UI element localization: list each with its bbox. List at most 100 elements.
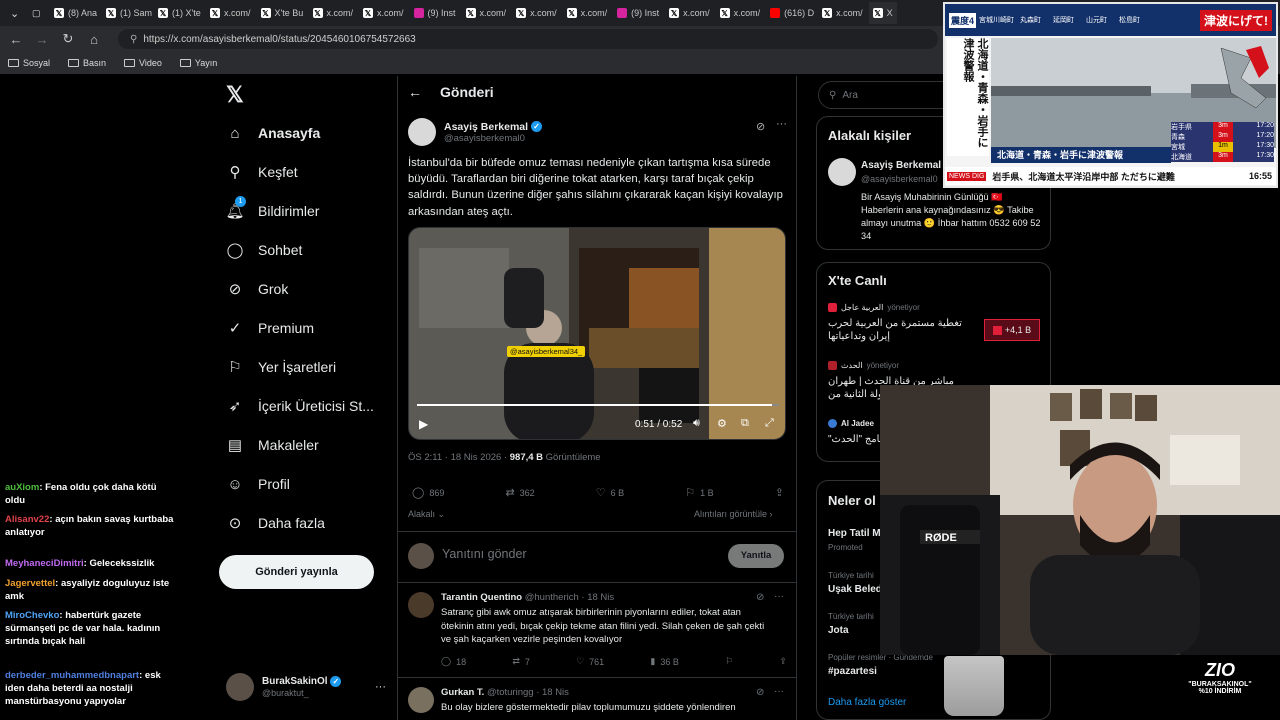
bookmark-folder[interactable]: Basın — [68, 58, 106, 68]
trend-name[interactable]: Hep Tatil M — [828, 528, 881, 539]
nav-notifications[interactable]: 🔔︎ 1 Bildirimler — [225, 196, 319, 220]
article-icon: ▤ — [227, 437, 243, 454]
bookmark-folder[interactable]: Yayın — [179, 58, 217, 68]
like-action[interactable]: ♡ 6 B — [596, 486, 624, 499]
folder-icon — [8, 59, 19, 67]
back-icon[interactable]: ← — [8, 32, 24, 47]
browser-tab[interactable]: 𝕏 (1) X'te — [154, 2, 204, 24]
post-button[interactable]: Gönderi yayınla — [219, 555, 374, 589]
repost-action[interactable]: ⇄ 362 — [505, 486, 534, 499]
browser-tab[interactable]: 𝕏x.com/ — [462, 2, 511, 24]
relevance-sort[interactable]: Alakalı ⌄ — [408, 509, 445, 520]
live-title[interactable]: تغطية مستمرة من العربية لحرب إيران وتداع… — [828, 317, 978, 343]
reply-input[interactable]: Yanıtını gönder — [442, 547, 527, 561]
grok-icon[interactable]: ⊘ — [756, 687, 764, 698]
nav-grok[interactable]: ⊘ Grok — [226, 280, 289, 298]
nav-profile[interactable]: ☺ Profil — [226, 475, 290, 493]
post-text: İstanbul'da bir büfede omuz teması neden… — [408, 157, 783, 218]
browser-tab[interactable]: 𝕏x.com/ — [512, 2, 561, 24]
live-host-avatar — [828, 303, 837, 312]
premium-check-icon: ✓ — [228, 320, 242, 337]
tab-actions-icon[interactable]: ▢ — [28, 2, 48, 24]
browser-tab[interactable]: 𝕏 X'te Bu — [257, 2, 307, 24]
volume-icon[interactable]: 🔊︎ — [693, 417, 700, 430]
pip-icon[interactable]: ⧉ — [741, 417, 749, 430]
views-action[interactable]: ▮ 36 B — [650, 656, 678, 667]
browser-tab[interactable]: 𝕏x.com/ — [716, 2, 765, 24]
nav-label: Keşfet — [258, 164, 298, 180]
browser-tab[interactable]: 𝕏 (8) Ana — [50, 2, 100, 24]
share-action[interactable]: ⇪ — [779, 656, 787, 667]
tv-prefecture: 山元町 — [1086, 16, 1108, 24]
more-icon[interactable]: ··· — [774, 591, 784, 602]
nav-creator-studio[interactable]: ➶ İçerik Üreticisi St... — [226, 397, 374, 415]
browser-tab[interactable]: 𝕏 (1) Sam — [102, 2, 152, 24]
browser-tab[interactable]: 𝕏x.com/ — [665, 2, 714, 24]
forward-icon[interactable]: → — [34, 32, 50, 47]
browser-tab[interactable]: 𝕏x.com/ — [818, 2, 867, 24]
reply-post[interactable]: Gurkan T. @toturingg · 18 Nis ⊘ ··· Bu o… — [398, 679, 796, 720]
home-icon[interactable]: ⌂ — [86, 32, 102, 47]
browser-tab[interactable]: 𝕏x.com/ — [359, 2, 408, 24]
browser-tab[interactable]: 𝕏x.com/ — [309, 2, 358, 24]
reply-post[interactable]: Tarantin Quentino @huntherich · 18 Nis ⊘… — [398, 584, 796, 678]
trend-name[interactable]: Uşak Beled — [828, 584, 882, 595]
webcam-frame: RØDE — [880, 385, 1280, 655]
play-icon[interactable]: ▶ — [419, 417, 428, 431]
reply-action[interactable]: ◯ 869 — [412, 486, 444, 499]
browser-tab-active[interactable]: 𝕏X — [868, 2, 897, 24]
like-action[interactable]: ♡ 761 — [576, 656, 604, 667]
video-progress-track[interactable] — [417, 404, 779, 406]
show-more-link[interactable]: Daha fazla göster — [828, 697, 906, 708]
live-host-avatar — [828, 419, 837, 428]
live-listener-badge[interactable]: +4,1 B — [984, 319, 1040, 341]
tab-title: x.com/ — [580, 8, 608, 18]
relevant-handle: @asayisberkemal0 — [861, 174, 938, 184]
nav-explore[interactable]: ⚲ Keşfet — [226, 163, 298, 181]
trend-name[interactable]: Jota — [828, 625, 849, 636]
back-arrow-icon[interactable]: ← — [408, 84, 422, 100]
reply-button[interactable]: Yanıtla — [728, 544, 784, 568]
relevant-name[interactable]: Asayiş Berkemal — [861, 160, 941, 171]
url-input[interactable]: ⚲ https://x.com/asayisberkemal0/status/2… — [118, 29, 938, 49]
bookmark-action[interactable]: ⚐ — [725, 656, 733, 667]
nav-home[interactable]: ⌂ Anasayfa — [226, 124, 320, 142]
nav-bookmarks[interactable]: ⚐ Yer İşaretleri — [226, 358, 336, 376]
fullscreen-icon[interactable]: ⤢ — [765, 417, 774, 430]
avatar — [408, 592, 434, 618]
tab-menu-icon[interactable]: ⌄ — [6, 2, 26, 24]
share-action[interactable]: ⇪ — [775, 486, 784, 499]
nav-premium[interactable]: ✓ Premium — [226, 319, 314, 337]
video-player[interactable]: @asayisberkemal34_ ▶ 0:51 / 0:52 🔊︎ ⚙ ⧉ … — [408, 227, 786, 440]
grok-icon[interactable]: ⊘ — [756, 592, 764, 603]
more-icon[interactable]: ··· — [375, 681, 386, 693]
relevant-bio: Bir Asayiş Muhabirinin Günlüğü 🇹🇷 Haberl… — [861, 192, 1041, 241]
grok-icon[interactable]: ⊘ — [756, 120, 765, 133]
browser-tab[interactable]: 𝕏x.com/ — [563, 2, 612, 24]
bookmark-folder[interactable]: Video — [124, 58, 162, 68]
x-logo-icon[interactable]: 𝕏 — [226, 82, 244, 108]
bookmark-folder[interactable]: Sosyal — [8, 58, 50, 68]
reload-icon[interactable]: ↻ — [60, 31, 76, 47]
browser-tab[interactable]: (9) Inst — [410, 2, 460, 24]
account-switcher[interactable]: BurakSakinOl ✓ @buraktut_ ··· — [226, 670, 386, 704]
nav-articles[interactable]: ▤ Makaleler — [226, 436, 319, 454]
view-quotes-link[interactable]: Alıntıları görüntüle › — [694, 509, 773, 519]
more-icon[interactable]: ··· — [776, 118, 787, 130]
settings-icon[interactable]: ⚙ — [717, 417, 727, 430]
browser-tab[interactable]: (9) Inst — [613, 2, 663, 24]
chat-line: MiroChevko: habertürk gazete sürmanşeti … — [5, 610, 161, 647]
chat-line: Alisanv22: açın bakın savaş kurtbaba anl… — [5, 514, 174, 538]
trend-name[interactable]: #pazartesi — [828, 666, 877, 677]
bookmark-action[interactable]: ⚐ 1 B — [685, 486, 713, 499]
more-icon[interactable]: ··· — [774, 686, 784, 697]
x-favicon-icon: 𝕏 — [363, 8, 374, 18]
repost-action[interactable]: ⇄ 7 — [512, 656, 530, 667]
post-author[interactable]: Asayiş Berkemal ✓ @asayisberkemal0 — [408, 118, 542, 146]
nav-more[interactable]: ⊙ Daha fazla — [226, 514, 325, 532]
site-info-icon[interactable]: ⚲ — [130, 34, 137, 45]
nav-chat[interactable]: ◯ Sohbet — [226, 241, 303, 259]
reply-action[interactable]: ◯ 18 — [441, 656, 466, 667]
browser-tab[interactable]: 𝕏x.com/ — [206, 2, 255, 24]
browser-tab[interactable]: (616) D — [766, 2, 816, 24]
